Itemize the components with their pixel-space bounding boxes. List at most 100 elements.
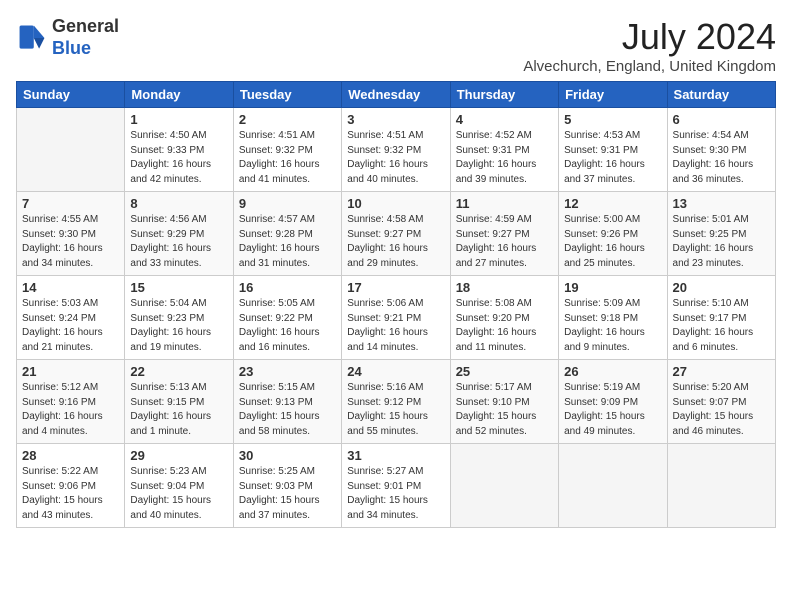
calendar-day: 18 Sunrise: 5:08 AMSunset: 9:20 PMDayligh… — [450, 276, 558, 360]
calendar-day: 20Sunrise: 5:10 AMSunset: 9:17 PMDayligh… — [667, 276, 775, 360]
day-number: 17 — [347, 280, 444, 295]
day-number: 6 — [673, 112, 770, 127]
day-number: 15 — [130, 280, 227, 295]
day-number: 18 — [456, 280, 553, 295]
day-number: 11 — [456, 196, 553, 211]
day-number: 28 — [22, 448, 119, 463]
column-header-monday: Monday — [125, 82, 233, 108]
day-number: 21 — [22, 364, 119, 379]
day-number: 14 — [22, 280, 119, 295]
calendar-day — [559, 444, 667, 528]
column-header-tuesday: Tuesday — [233, 82, 341, 108]
day-info: Sunrise: 4:51 AMSunset: 9:32 PMDaylight:… — [347, 129, 444, 187]
calendar-week-row: 7Sunrise: 4:55 AMSunset: 9:30 PMDaylight… — [17, 192, 776, 276]
page-header: General Blue July 2024 Alvechurch, Engla… — [16, 16, 776, 75]
day-number: 25 — [456, 364, 553, 379]
day-number: 31 — [347, 448, 444, 463]
calendar-day: 30Sunrise: 5:25 AMSunset: 9:03 PMDayligh… — [233, 444, 341, 528]
day-info: Sunrise: 5:12 AMSunset: 9:16 PMDaylight:… — [22, 381, 119, 439]
calendar-day — [667, 444, 775, 528]
calendar-week-row: 21 Sunrise: 5:12 AMSunset: 9:16 PMDayligh… — [17, 360, 776, 444]
day-number: 10 — [347, 196, 444, 211]
day-info: Sunrise: 5:23 AMSunset: 9:04 PMDaylight:… — [130, 465, 227, 523]
calendar-header-row: SundayMondayTuesdayWednesdayThursdayFrid… — [17, 82, 776, 108]
calendar-day: 17 Sunrise: 5:06 AMSunset: 9:21 PMDayligh… — [342, 276, 450, 360]
day-info: Sunrise: 5:17 AMSunset: 9:10 PMDaylight:… — [456, 381, 553, 439]
day-info: Sunrise: 4:55 AMSunset: 9:30 PMDaylight:… — [22, 213, 119, 271]
day-info: Sunrise: 4:57 AMSunset: 9:28 PMDaylight:… — [239, 213, 336, 271]
day-number: 2 — [239, 112, 336, 127]
day-number: 12 — [564, 196, 661, 211]
calendar-day: 7Sunrise: 4:55 AMSunset: 9:30 PMDaylight… — [17, 192, 125, 276]
day-number: 24 — [347, 364, 444, 379]
day-info: Sunrise: 5:25 AMSunset: 9:03 PMDaylight:… — [239, 465, 336, 523]
day-info: Sunrise: 5:01 AMSunset: 9:25 PMDaylight:… — [673, 213, 770, 271]
day-info: Sunrise: 5:27 AMSunset: 9:01 PMDaylight:… — [347, 465, 444, 523]
calendar-day: 29 Sunrise: 5:23 AMSunset: 9:04 PMDayligh… — [125, 444, 233, 528]
day-number: 5 — [564, 112, 661, 127]
day-info: Sunrise: 5:06 AMSunset: 9:21 PMDaylight:… — [347, 297, 444, 355]
calendar-day: 27 Sunrise: 5:20 AMSunset: 9:07 PMDayligh… — [667, 360, 775, 444]
column-header-friday: Friday — [559, 82, 667, 108]
day-info: Sunrise: 5:13 AMSunset: 9:15 PMDaylight:… — [130, 381, 227, 439]
calendar-day: 31 Sunrise: 5:27 AMSunset: 9:01 PMDayligh… — [342, 444, 450, 528]
day-info: Sunrise: 4:50 AMSunset: 9:33 PMDaylight:… — [130, 129, 227, 187]
day-number: 26 — [564, 364, 661, 379]
calendar-day — [17, 108, 125, 192]
calendar-day: 12 Sunrise: 5:00 AMSunset: 9:26 PMDayligh… — [559, 192, 667, 276]
calendar-day: 16Sunrise: 5:05 AMSunset: 9:22 PMDayligh… — [233, 276, 341, 360]
day-info: Sunrise: 4:56 AMSunset: 9:29 PMDaylight:… — [130, 213, 227, 271]
calendar-day: 9 Sunrise: 4:57 AMSunset: 9:28 PMDaylight… — [233, 192, 341, 276]
month-year: July 2024 — [523, 16, 776, 58]
location: Alvechurch, England, United Kingdom — [523, 58, 776, 75]
day-info: Sunrise: 5:00 AMSunset: 9:26 PMDaylight:… — [564, 213, 661, 271]
day-number: 22 — [130, 364, 227, 379]
day-info: Sunrise: 5:20 AMSunset: 9:07 PMDaylight:… — [673, 381, 770, 439]
day-number: 19 — [564, 280, 661, 295]
day-number: 1 — [130, 112, 227, 127]
day-info: Sunrise: 5:09 AMSunset: 9:18 PMDaylight:… — [564, 297, 661, 355]
day-info: Sunrise: 5:16 AMSunset: 9:12 PMDaylight:… — [347, 381, 444, 439]
column-header-thursday: Thursday — [450, 82, 558, 108]
day-number: 8 — [130, 196, 227, 211]
day-info: Sunrise: 4:59 AMSunset: 9:27 PMDaylight:… — [456, 213, 553, 271]
calendar-day: 6 Sunrise: 4:54 AMSunset: 9:30 PMDaylight… — [667, 108, 775, 192]
day-number: 13 — [673, 196, 770, 211]
day-info: Sunrise: 5:08 AMSunset: 9:20 PMDaylight:… — [456, 297, 553, 355]
calendar-day: 21 Sunrise: 5:12 AMSunset: 9:16 PMDayligh… — [17, 360, 125, 444]
calendar-day: 11 Sunrise: 4:59 AMSunset: 9:27 PMDayligh… — [450, 192, 558, 276]
day-number: 29 — [130, 448, 227, 463]
calendar-day: 25 Sunrise: 5:17 AMSunset: 9:10 PMDayligh… — [450, 360, 558, 444]
calendar-day: 23Sunrise: 5:15 AMSunset: 9:13 PMDayligh… — [233, 360, 341, 444]
day-info: Sunrise: 4:51 AMSunset: 9:32 PMDaylight:… — [239, 129, 336, 187]
day-info: Sunrise: 4:52 AMSunset: 9:31 PMDaylight:… — [456, 129, 553, 187]
calendar-day — [450, 444, 558, 528]
day-info: Sunrise: 4:53 AMSunset: 9:31 PMDaylight:… — [564, 129, 661, 187]
column-header-wednesday: Wednesday — [342, 82, 450, 108]
title-block: July 2024 Alvechurch, England, United Ki… — [523, 16, 776, 75]
calendar-day: 10 Sunrise: 4:58 AMSunset: 9:27 PMDayligh… — [342, 192, 450, 276]
calendar-day: 28Sunrise: 5:22 AMSunset: 9:06 PMDayligh… — [17, 444, 125, 528]
calendar-day: 3Sunrise: 4:51 AMSunset: 9:32 PMDaylight… — [342, 108, 450, 192]
calendar-day: 2 Sunrise: 4:51 AMSunset: 9:32 PMDaylight… — [233, 108, 341, 192]
day-number: 27 — [673, 364, 770, 379]
calendar-week-row: 1 Sunrise: 4:50 AMSunset: 9:33 PMDaylight… — [17, 108, 776, 192]
column-header-sunday: Sunday — [17, 82, 125, 108]
calendar-day: 19 Sunrise: 5:09 AMSunset: 9:18 PMDayligh… — [559, 276, 667, 360]
calendar-day: 22 Sunrise: 5:13 AMSunset: 9:15 PMDayligh… — [125, 360, 233, 444]
day-number: 23 — [239, 364, 336, 379]
day-number: 20 — [673, 280, 770, 295]
calendar-day: 1 Sunrise: 4:50 AMSunset: 9:33 PMDaylight… — [125, 108, 233, 192]
day-info: Sunrise: 4:58 AMSunset: 9:27 PMDaylight:… — [347, 213, 444, 271]
calendar-day: 8 Sunrise: 4:56 AMSunset: 9:29 PMDaylight… — [125, 192, 233, 276]
day-info: Sunrise: 5:05 AMSunset: 9:22 PMDaylight:… — [239, 297, 336, 355]
calendar-day: 13 Sunrise: 5:01 AMSunset: 9:25 PMDayligh… — [667, 192, 775, 276]
calendar-day: 24 Sunrise: 5:16 AMSunset: 9:12 PMDayligh… — [342, 360, 450, 444]
day-number: 9 — [239, 196, 336, 211]
calendar-day: 14 Sunrise: 5:03 AMSunset: 9:24 PMDayligh… — [17, 276, 125, 360]
logo: General Blue — [16, 16, 119, 59]
calendar-day: 15Sunrise: 5:04 AMSunset: 9:23 PMDayligh… — [125, 276, 233, 360]
day-info: Sunrise: 5:03 AMSunset: 9:24 PMDaylight:… — [22, 297, 119, 355]
calendar-table: SundayMondayTuesdayWednesdayThursdayFrid… — [16, 81, 776, 528]
day-info: Sunrise: 4:54 AMSunset: 9:30 PMDaylight:… — [673, 129, 770, 187]
